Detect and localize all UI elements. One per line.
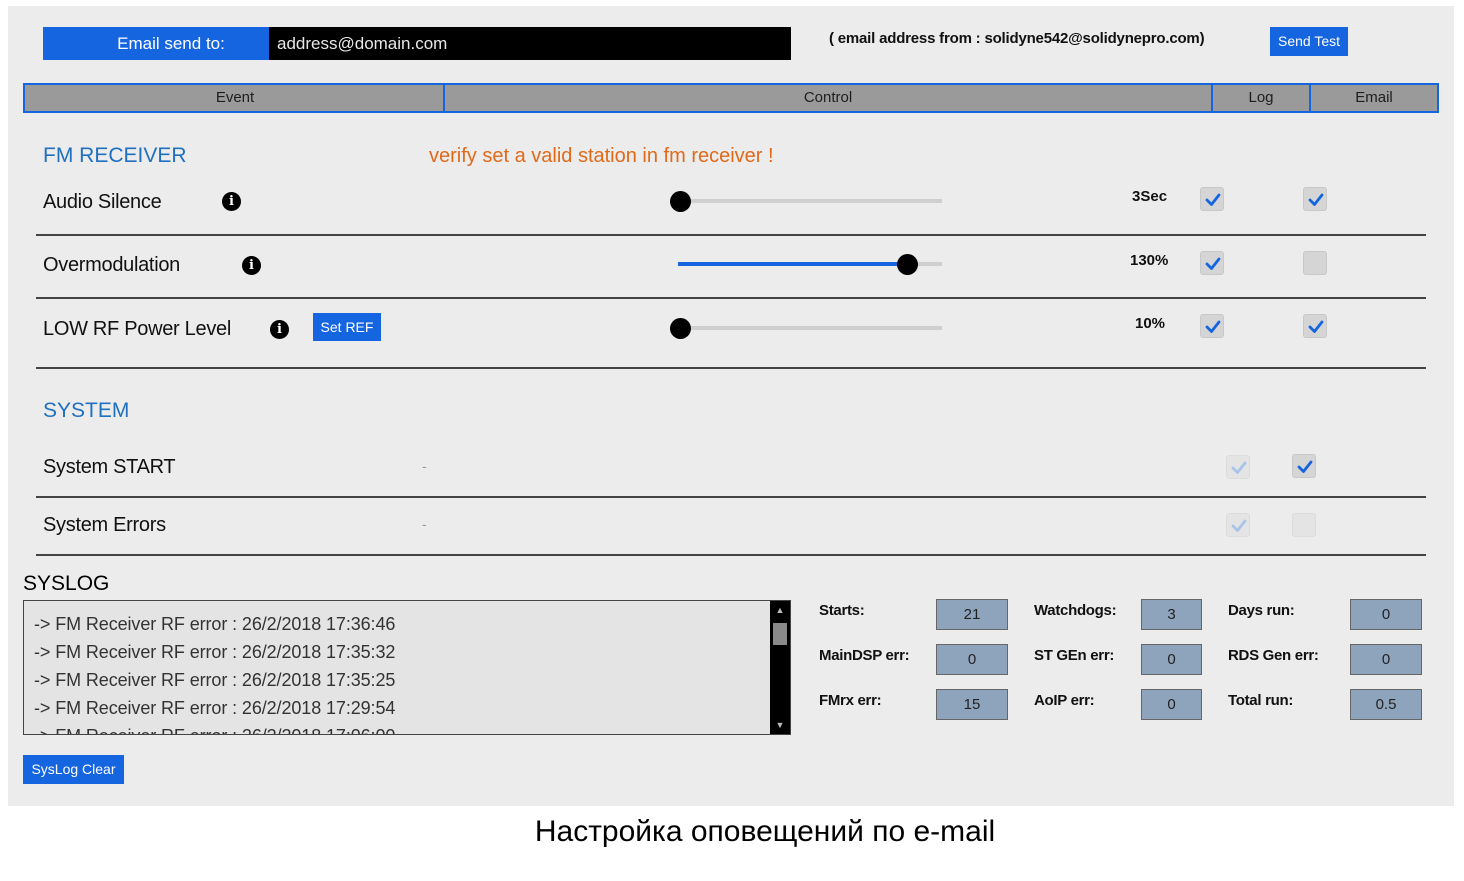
- rds-gen-err-label: RDS Gen err:: [1228, 647, 1319, 664]
- email-send-to-label: Email send to:: [43, 27, 269, 60]
- low-rf-power-email-checkbox[interactable]: [1303, 314, 1327, 338]
- scroll-down-arrow-icon[interactable]: ▼: [770, 718, 790, 732]
- fmrx-err-label: FMrx err:: [819, 692, 882, 709]
- syslog-line: -> FM Receiver RF error : 26/2/2018 17:2…: [34, 698, 396, 718]
- section-divider: [36, 367, 1426, 369]
- system-errors-control: -: [422, 516, 427, 532]
- slider-thumb[interactable]: [670, 191, 691, 212]
- watchdogs-value: 3: [1141, 599, 1202, 630]
- set-ref-button[interactable]: Set REF: [313, 313, 381, 341]
- slider-thumb[interactable]: [897, 254, 918, 275]
- st-gen-err-value: 0: [1141, 644, 1202, 675]
- info-icon[interactable]: i: [222, 192, 241, 211]
- audio-silence-value: 3Sec: [1132, 188, 1168, 205]
- info-icon[interactable]: i: [242, 256, 261, 275]
- days-run-label: Days run:: [1228, 602, 1295, 619]
- low-rf-power-value: 10%: [1135, 315, 1166, 332]
- scroll-up-arrow-icon[interactable]: ▲: [770, 603, 790, 617]
- column-event: Event: [215, 89, 255, 106]
- low-rf-power-slider[interactable]: [670, 318, 942, 339]
- figure-caption: Настройка оповещений по e-mail: [534, 815, 996, 848]
- syslog-line: -> FM Receiver RF error : 26/2/2018 17:3…: [34, 670, 396, 690]
- checkmark-icon: [1308, 320, 1324, 333]
- system-start-control: -: [422, 458, 427, 474]
- total-run-label: Total run:: [1228, 692, 1294, 709]
- fm-receiver-section-title: FM RECEIVER: [43, 144, 187, 167]
- system-errors-email-checkbox[interactable]: [1292, 513, 1316, 537]
- low-rf-power-label: LOW RF Power Level: [43, 318, 231, 340]
- system-errors-log-checkbox: [1226, 513, 1250, 537]
- scroll-thumb[interactable]: [773, 623, 787, 645]
- audio-silence-email-checkbox[interactable]: [1303, 187, 1327, 211]
- alerts-panel: Email send to: address@domain.com ( emai…: [8, 6, 1454, 806]
- checkmark-icon: [1231, 519, 1247, 532]
- overmodulation-value: 130%: [1130, 252, 1169, 269]
- fm-receiver-warning: verify set a valid station in fm receive…: [429, 145, 774, 167]
- audio-silence-slider[interactable]: [670, 191, 942, 212]
- syslog-title: SYSLOG: [23, 572, 110, 595]
- starts-label: Starts:: [819, 602, 865, 619]
- audio-silence-log-checkbox[interactable]: [1200, 187, 1224, 211]
- slider-fill: [678, 262, 908, 266]
- column-email: Email: [1355, 89, 1393, 106]
- syslog-textarea[interactable]: -> FM Receiver RF error : 26/2/2018 17:3…: [23, 600, 791, 735]
- row-divider: [36, 554, 1426, 556]
- overmodulation-log-checkbox[interactable]: [1200, 251, 1224, 275]
- system-start-log-checkbox: [1226, 455, 1250, 479]
- info-icon[interactable]: i: [270, 320, 289, 339]
- checkmark-icon: [1231, 461, 1247, 474]
- overmodulation-slider[interactable]: [678, 254, 942, 275]
- syslog-line: -> FM Receiver RF error : 26/2/2018 17:3…: [34, 614, 396, 634]
- rds-gen-err-value: 0: [1350, 644, 1422, 675]
- overmodulation-label: Overmodulation: [43, 254, 180, 276]
- days-run-value: 0: [1350, 599, 1422, 630]
- slider-thumb[interactable]: [670, 318, 691, 339]
- email-address-input[interactable]: address@domain.com: [269, 27, 791, 60]
- syslog-clear-button[interactable]: SysLog Clear: [23, 755, 124, 784]
- column-log: Log: [1248, 89, 1274, 106]
- aoip-err-value: 0: [1141, 689, 1202, 720]
- audio-silence-label: Audio Silence: [43, 191, 162, 213]
- checkmark-icon: [1205, 257, 1221, 270]
- row-divider: [36, 234, 1426, 236]
- maindsp-err-value: 0: [936, 644, 1008, 675]
- fmrx-err-value: 15: [936, 689, 1008, 720]
- checkmark-icon: [1205, 193, 1221, 206]
- system-section-title: SYSTEM: [43, 399, 130, 422]
- starts-value: 21: [936, 599, 1008, 630]
- email-from-note: ( email address from : solidyne542@solid…: [829, 30, 1205, 47]
- st-gen-err-label: ST GEn err:: [1034, 647, 1115, 664]
- system-start-label: System START: [43, 456, 176, 478]
- row-divider: [36, 496, 1426, 498]
- checkmark-icon: [1308, 193, 1324, 206]
- system-start-email-checkbox[interactable]: [1292, 454, 1316, 478]
- checkmark-icon: [1297, 460, 1313, 473]
- syslog-line: -> FM Receiver RF error : 26/2/2018 17:3…: [34, 642, 396, 662]
- system-errors-label: System Errors: [43, 514, 166, 536]
- watchdogs-label: Watchdogs:: [1034, 602, 1117, 619]
- column-header-bar: Event Control Log Email: [23, 83, 1439, 113]
- aoip-err-label: AoIP err:: [1034, 692, 1095, 709]
- syslog-line: -> FM Receiver RF error : 26/2/2018 17:0…: [34, 726, 395, 734]
- overmodulation-email-checkbox[interactable]: [1303, 251, 1327, 275]
- send-test-button[interactable]: Send Test: [1270, 27, 1348, 56]
- syslog-scrollbar[interactable]: ▲ ▼: [770, 601, 790, 734]
- checkmark-icon: [1205, 320, 1221, 333]
- row-divider: [36, 297, 1426, 299]
- low-rf-power-log-checkbox[interactable]: [1200, 314, 1224, 338]
- maindsp-err-label: MainDSP err:: [819, 647, 910, 664]
- column-control: Control: [803, 89, 853, 106]
- total-run-value: 0.5: [1350, 689, 1422, 720]
